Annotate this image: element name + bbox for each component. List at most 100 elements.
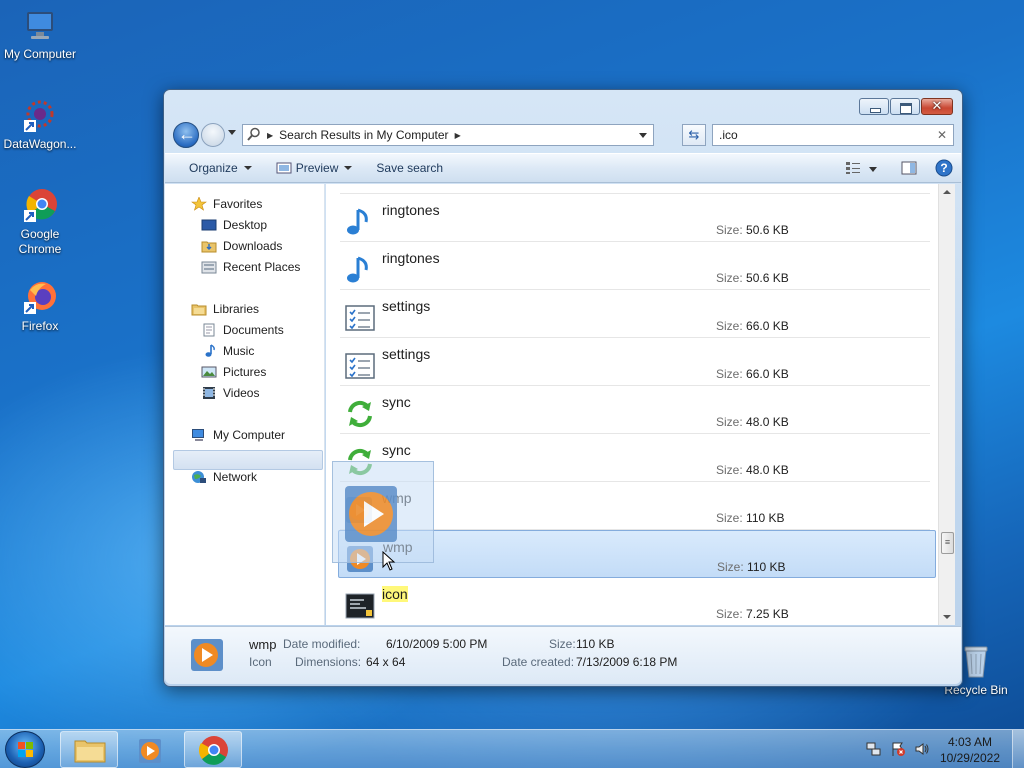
drag-preview bbox=[332, 461, 434, 563]
nav-item-recent-places[interactable]: Recent Places bbox=[201, 257, 300, 277]
nav-item-desktop[interactable]: Desktop bbox=[201, 215, 267, 235]
size-value: 48.0 KB bbox=[746, 463, 789, 477]
nav-item-videos[interactable]: Videos bbox=[201, 383, 259, 403]
nav-label: Desktop bbox=[223, 218, 268, 232]
preview-label: Preview bbox=[295, 161, 339, 175]
refresh-button[interactable]: ⇆ bbox=[682, 124, 706, 146]
taskbar-media-player-button[interactable] bbox=[122, 731, 178, 768]
nav-item-favorites[interactable]: Favorites bbox=[191, 194, 262, 214]
scroll-up-icon[interactable] bbox=[943, 190, 951, 194]
desktop-icon-firefox[interactable]: Firefox bbox=[0, 280, 80, 334]
size-label: Size: bbox=[716, 367, 743, 381]
desktop-icon-label: DataWagon... bbox=[3, 137, 77, 151]
change-view-icon[interactable] bbox=[845, 161, 861, 178]
minimize-button[interactable] bbox=[859, 98, 889, 115]
close-button[interactable]: ✕ bbox=[921, 98, 953, 115]
breadcrumb-arrow-icon[interactable]: ▶ bbox=[455, 131, 461, 140]
save-search-button[interactable]: Save search bbox=[364, 161, 455, 175]
recycle-bin-icon bbox=[958, 644, 994, 680]
file-name: ringtones bbox=[382, 250, 440, 266]
svg-text:?: ? bbox=[940, 161, 947, 175]
nav-label: Downloads bbox=[223, 239, 283, 253]
breadcrumb-current[interactable]: Search Results in My Computer bbox=[279, 128, 448, 142]
size-value: 66.0 KB bbox=[746, 319, 789, 333]
nav-item-downloads[interactable]: Downloads bbox=[201, 236, 282, 256]
desktop-icon-google-chrome[interactable]: Google Chrome bbox=[0, 188, 80, 257]
nav-item-my-computer[interactable]: My Computer bbox=[191, 425, 285, 445]
back-button[interactable] bbox=[173, 122, 199, 148]
size-label: Size: bbox=[716, 415, 743, 429]
system-clock[interactable]: 4:03 AM 10/29/2022 bbox=[940, 734, 1000, 766]
file-name: settings bbox=[382, 298, 431, 314]
vertical-scrollbar[interactable]: ≡ bbox=[938, 184, 955, 625]
nav-item-documents[interactable]: Documents bbox=[201, 320, 284, 340]
size-value: 50.6 KB bbox=[746, 271, 789, 285]
list-item[interactable]: icon Size: 7.25 KB bbox=[340, 578, 930, 625]
nav-label: My Computer bbox=[213, 428, 286, 442]
address-dropdown-icon[interactable] bbox=[639, 133, 647, 138]
list-item[interactable]: ringtones Size: 50.6 KB bbox=[340, 194, 930, 242]
list-item-partial[interactable] bbox=[340, 184, 930, 194]
media-player-icon bbox=[189, 637, 225, 676]
address-bar[interactable]: ▶ Search Results in My Computer ▶ bbox=[242, 124, 654, 146]
action-center-flag-icon[interactable] bbox=[890, 741, 906, 760]
computer-icon bbox=[22, 8, 58, 44]
list-item[interactable]: sync Size: 48.0 KB bbox=[340, 386, 930, 434]
taskbar-explorer-button[interactable] bbox=[60, 731, 118, 768]
downloads-folder-icon bbox=[201, 239, 217, 253]
desktop-icon-label: Firefox bbox=[21, 319, 59, 333]
desktop-icon-my-computer[interactable]: My Computer bbox=[0, 8, 80, 62]
breadcrumb-arrow-icon[interactable]: ▶ bbox=[267, 131, 273, 140]
details-date-modified-label: Date modified: bbox=[283, 637, 361, 651]
size-label: Size: bbox=[717, 560, 744, 574]
checklist-icon bbox=[344, 302, 376, 334]
nav-label: Pictures bbox=[223, 365, 267, 379]
start-button[interactable] bbox=[5, 731, 45, 768]
nav-item-network[interactable]: Network bbox=[191, 467, 257, 487]
scroll-down-icon[interactable] bbox=[943, 615, 951, 619]
list-item[interactable]: settings Size: 66.0 KB bbox=[340, 290, 930, 338]
nav-item-libraries[interactable]: Libraries bbox=[191, 299, 259, 319]
chevron-down-icon bbox=[344, 166, 353, 170]
file-size: Size: 48.0 KB bbox=[716, 463, 789, 477]
nav-item-music[interactable]: Music bbox=[201, 341, 254, 361]
preview-button[interactable]: Preview bbox=[264, 161, 365, 175]
maximize-button[interactable] bbox=[890, 98, 920, 115]
refresh-icon: ⇆ bbox=[688, 127, 700, 142]
view-options-dropdown-icon[interactable] bbox=[869, 167, 877, 172]
details-dimensions-label: Dimensions: bbox=[295, 655, 362, 669]
volume-icon[interactable] bbox=[914, 741, 930, 760]
size-label: Size: bbox=[716, 463, 743, 477]
size-value: 110 KB bbox=[746, 511, 785, 525]
view-controls: ? bbox=[845, 159, 953, 180]
forward-button[interactable] bbox=[201, 123, 225, 147]
computer-icon bbox=[191, 428, 207, 442]
taskbar-chrome-button[interactable] bbox=[184, 731, 242, 768]
help-icon[interactable]: ? bbox=[935, 159, 953, 180]
desktop-icon-datawagon[interactable]: DataWagon... bbox=[0, 98, 80, 152]
size-label: Size: bbox=[716, 271, 743, 285]
chrome-icon bbox=[22, 188, 58, 224]
search-input[interactable]: .ico ✕ bbox=[712, 124, 954, 146]
file-size: Size: 50.6 KB bbox=[716, 223, 789, 237]
preview-icon bbox=[276, 162, 292, 174]
firefox-icon bbox=[22, 280, 58, 316]
show-desktop-button[interactable] bbox=[1012, 730, 1024, 768]
clear-search-icon[interactable]: ✕ bbox=[937, 128, 947, 142]
desktop-folder-icon bbox=[201, 218, 217, 232]
list-item[interactable]: ringtones Size: 50.6 KB bbox=[340, 242, 930, 290]
recent-pages-dropdown[interactable] bbox=[228, 130, 236, 135]
scroll-thumb[interactable]: ≡ bbox=[941, 532, 954, 554]
pictures-icon bbox=[201, 365, 217, 379]
preview-pane-icon[interactable] bbox=[901, 161, 917, 178]
media-player-icon bbox=[139, 739, 161, 763]
details-pane: wmp Icon Date modified: 6/10/2009 5:00 P… bbox=[165, 626, 961, 684]
size-value: 48.0 KB bbox=[746, 415, 789, 429]
size-value: 7.25 KB bbox=[746, 607, 789, 621]
organize-button[interactable]: Organize bbox=[177, 161, 264, 175]
list-item[interactable]: settings Size: 66.0 KB bbox=[340, 338, 930, 386]
nav-item-pictures-label[interactable]: Pictures bbox=[201, 362, 266, 382]
details-file-name: wmp bbox=[249, 637, 277, 652]
network-tray-icon[interactable] bbox=[866, 741, 882, 760]
documents-icon bbox=[201, 323, 217, 337]
